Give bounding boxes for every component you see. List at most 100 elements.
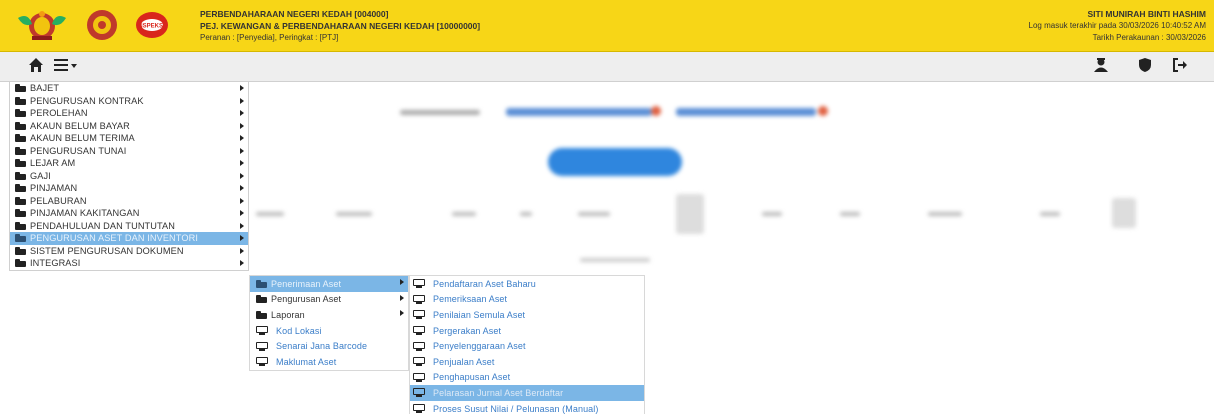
menu-item-pelaburan[interactable]: PELABURAN [10, 195, 248, 208]
subsubmenu-item-label: Penyelenggaraan Aset [433, 341, 526, 352]
menu-item-pinjaman[interactable]: PINJAMAN [10, 182, 248, 195]
subsubmenu-item-label: Proses Susut Nilai / Pelunasan (Manual) [433, 403, 599, 414]
folder-icon [256, 279, 267, 288]
logo-group: iSPEKS [14, 8, 170, 42]
menu-item-label: SISTEM PENGURUSAN DOKUMEN [30, 245, 184, 256]
role-info: Peranan : [Penyedia], Peringkat : [PTJ] [200, 33, 339, 42]
chevron-right-icon [240, 122, 244, 129]
top-navbar [0, 52, 1214, 82]
submenu-item-pengurusan-aset[interactable]: Pengurusan Aset [250, 292, 408, 308]
subsubmenu-item-penjualan-aset[interactable]: Penjualan Aset [410, 354, 644, 370]
menu-item-pendahuluan-dan-tuntutan[interactable]: PENDAHULUAN DAN TUNTUTAN [10, 220, 248, 233]
subsubmenu-item-pendaftaran-aset-baharu[interactable]: Pendaftaran Aset Baharu [410, 276, 644, 292]
menu-item-perolehan[interactable]: PEROLEHAN [10, 107, 248, 120]
menu-item-label: PINJAMAN KAKITANGAN [30, 208, 140, 219]
subsubmenu-item-label: Penghapusan Aset [433, 372, 511, 383]
menu-item-label: PELABURAN [30, 195, 87, 206]
folder-icon [15, 134, 26, 143]
folder-icon [15, 246, 26, 255]
subsubmenu-item-label: Penjualan Aset [433, 356, 495, 367]
subsubmenu-item-proses-susut-nilai[interactable]: Proses Susut Nilai / Pelunasan (Manual) [410, 401, 644, 414]
menu-item-pengurusan-kontrak[interactable]: PENGURUSAN KONTRAK [10, 95, 248, 108]
submenu-item-maklumat-aset[interactable]: Maklumat Aset [250, 354, 408, 370]
menu-item-akaun-belum-bayar[interactable]: AKAUN BELUM BAYAR [10, 120, 248, 133]
menu-item-label: PENGURUSAN TUNAI [30, 145, 127, 156]
folder-icon [15, 259, 26, 268]
subsubmenu-item-penilaian-semula-aset[interactable]: Penilaian Semula Aset [410, 307, 644, 323]
ispeks-logo: iSPEKS [134, 8, 170, 42]
user-icon[interactable] [1093, 57, 1109, 78]
folder-icon [15, 84, 26, 93]
svg-text:iSPEKS: iSPEKS [141, 24, 163, 30]
monitor-icon [413, 388, 425, 398]
menu-item-pinjaman-kakitangan[interactable]: PINJAMAN KAKITANGAN [10, 207, 248, 220]
last-login: Log masuk terakhir pada 30/03/2026 10:40… [1028, 21, 1206, 30]
submenu-item-penerimaan-aset[interactable]: Penerimaan Aset [250, 276, 408, 292]
monitor-icon [413, 341, 425, 351]
submenu-item-kod-lokasi[interactable]: Kod Lokasi [250, 323, 408, 339]
shield-icon[interactable] [1138, 57, 1152, 78]
chevron-right-icon [400, 294, 404, 301]
submenu-item-senarai-jana-barcode[interactable]: Senarai Jana Barcode [250, 338, 408, 354]
menu-item-label: PENDAHULUAN DAN TUNTUTAN [30, 220, 175, 231]
submenu-item-laporan[interactable]: Laporan [250, 307, 408, 323]
subsubmenu-item-penghapusan-aset[interactable]: Penghapusan Aset [410, 370, 644, 386]
monitor-icon [413, 326, 425, 336]
chevron-right-icon [240, 235, 244, 241]
subsubmenu-item-pelarasan-jurnal-aset-berdaftar[interactable]: Pelarasan Jurnal Aset Berdaftar [410, 385, 644, 401]
folder-icon [15, 196, 26, 205]
subsubmenu-item-pemeriksaan-aset[interactable]: Pemeriksaan Aset [410, 292, 644, 308]
org-name: PERBENDAHARAAN NEGERI KEDAH [004000] [200, 9, 389, 19]
folder-icon [15, 209, 26, 218]
subsubmenu-item-pergerakan-aset[interactable]: Pergerakan Aset [410, 323, 644, 339]
chevron-right-icon [240, 135, 244, 141]
menu-item-label: PENGURUSAN ASET DAN INVENTORI [30, 233, 198, 244]
menu-item-label: BAJET [30, 83, 60, 94]
submenu-item-label: Senarai Jana Barcode [276, 341, 368, 352]
menu-item-label: PINJAMAN [30, 183, 78, 194]
submenu-item-label: Pengurusan Aset [271, 294, 342, 305]
menu-item-sistem-pengurusan-dokumen[interactable]: SISTEM PENGURUSAN DOKUMEN [10, 245, 248, 258]
penerimaan-aset-submenu: Pendaftaran Aset Baharu Pemeriksaan Aset… [409, 275, 645, 414]
subsubmenu-item-label: Penilaian Semula Aset [433, 309, 526, 320]
app-header: iSPEKS PERBENDAHARAAN NEGERI KEDAH [0040… [0, 0, 1214, 52]
monitor-icon [413, 294, 425, 304]
chevron-right-icon [240, 197, 244, 204]
state-crest-logo [14, 8, 70, 42]
folder-icon [15, 146, 26, 155]
monitor-icon [256, 357, 268, 367]
menu-item-gaji[interactable]: GAJI [10, 170, 248, 183]
folder-icon [15, 96, 26, 105]
folder-icon [15, 109, 26, 118]
menu-item-lejar-am[interactable]: LEJAR AM [10, 157, 248, 170]
menu-item-akaun-belum-terima[interactable]: AKAUN BELUM TERIMA [10, 132, 248, 145]
menu-item-label: PENGURUSAN KONTRAK [30, 95, 144, 106]
subsubmenu-item-penyelenggaraan-aset[interactable]: Penyelenggaraan Aset [410, 338, 644, 354]
chevron-right-icon [240, 160, 244, 166]
menu-item-pengurusan-tunai[interactable]: PENGURUSAN TUNAI [10, 145, 248, 158]
chevron-right-icon [240, 172, 244, 179]
folder-icon [15, 184, 26, 193]
dept-name: PEJ. KEWANGAN & PERBENDAHARAAN NEGERI KE… [200, 21, 481, 31]
monitor-icon [413, 310, 425, 320]
monitor-icon [413, 279, 425, 289]
menu-icon[interactable] [54, 57, 78, 78]
chevron-right-icon [400, 310, 404, 317]
chevron-right-icon [240, 185, 244, 191]
folder-icon [256, 295, 267, 304]
menu-item-integrasi[interactable]: INTEGRASI [10, 257, 248, 270]
folder-icon [256, 310, 267, 319]
menu-item-bajet[interactable]: BAJET [10, 82, 248, 95]
menu-item-label: PEROLEHAN [30, 108, 88, 119]
user-info: SITI MUNIRAH BINTI HASHIM Log masuk tera… [1029, 8, 1206, 44]
submenu-item-label: Laporan [271, 309, 305, 320]
subsubmenu-item-label: Pelarasan Jurnal Aset Berdaftar [433, 387, 564, 398]
menu-item-pengurusan-aset-dan-inventori[interactable]: PENGURUSAN ASET DAN INVENTORI [10, 232, 248, 245]
chevron-right-icon [240, 260, 244, 266]
submenu-item-label: Kod Lokasi [276, 325, 322, 336]
main-menu: BAJET PENGURUSAN KONTRAK PEROLEHAN AKAUN… [9, 82, 249, 271]
logout-icon[interactable] [1172, 57, 1188, 78]
folder-icon [15, 171, 26, 180]
folder-icon [15, 221, 26, 230]
home-icon[interactable] [28, 57, 44, 78]
